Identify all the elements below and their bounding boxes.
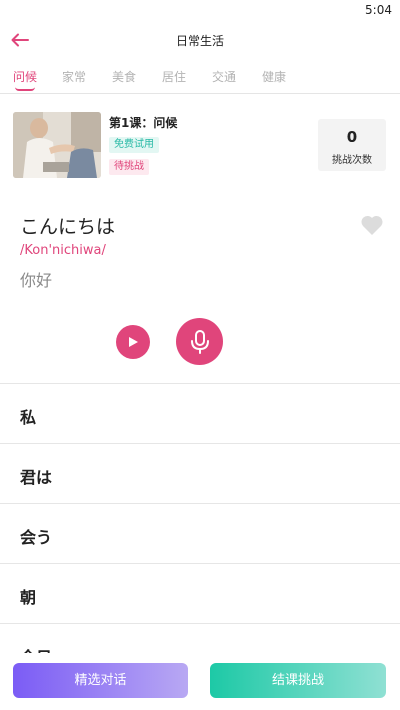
list-item[interactable]: 会う — [0, 504, 400, 564]
current-word: こんにちは — [20, 216, 116, 238]
word-romaji: /Kon'nichiwa/ — [20, 243, 106, 258]
word-meaning: 你好 — [20, 271, 53, 290]
lesson-thumbnail — [13, 112, 101, 178]
play-button[interactable] — [116, 325, 150, 359]
lesson-title: 第1课：问候 — [109, 116, 178, 130]
list-item-word: 会う — [20, 528, 53, 547]
word-list: 私 君は 会う 朝 今日 — [0, 383, 400, 653]
tab-health[interactable]: 健康 — [262, 68, 286, 85]
favorite-button[interactable] — [360, 214, 384, 236]
tab-food[interactable]: 美食 — [112, 68, 136, 85]
final-challenge-button[interactable]: 结课挑战 — [210, 663, 386, 698]
page-title: 日常生活 — [175, 34, 224, 48]
challenge-count: 0 — [346, 128, 358, 146]
list-item[interactable]: 今日 — [0, 624, 400, 653]
challenge-count-card: 0 挑战次数 — [318, 119, 386, 171]
list-item-word: 君は — [20, 468, 53, 487]
status-time: 5:04 — [365, 3, 392, 17]
tab-active-indicator — [15, 87, 35, 91]
top-nav: 日常生活 — [0, 22, 400, 60]
tab-label: 问候 — [13, 70, 38, 84]
tab-greeting[interactable]: 问候 — [13, 68, 38, 91]
tab-housing[interactable]: 居住 — [162, 68, 186, 85]
tab-traffic[interactable]: 交通 — [212, 68, 236, 85]
category-tabs: 问候 家常 美食 居住 交通 健康 — [0, 62, 400, 94]
list-item[interactable]: 私 — [0, 384, 400, 444]
microphone-icon — [190, 329, 209, 354]
list-item[interactable]: 君は — [0, 444, 400, 504]
list-item-word: 私 — [20, 408, 37, 427]
record-button[interactable] — [176, 318, 223, 365]
bottom-action-bar: 精选对话 结课挑战 — [0, 653, 400, 710]
challenge-count-label: 挑战次数 — [332, 155, 372, 166]
featured-dialog-button[interactable]: 精选对话 — [13, 663, 188, 698]
list-item[interactable]: 朝 — [0, 564, 400, 624]
list-item-word: 今日 — [20, 644, 52, 653]
list-item-word: 朝 — [20, 588, 37, 607]
tab-home[interactable]: 家常 — [62, 68, 86, 85]
pending-challenge-badge: 待挑战 — [109, 159, 149, 175]
status-bar: 5:04 — [0, 0, 400, 22]
play-icon — [129, 337, 138, 347]
free-trial-badge: 免费试用 — [109, 137, 159, 153]
heart-icon — [361, 215, 383, 235]
